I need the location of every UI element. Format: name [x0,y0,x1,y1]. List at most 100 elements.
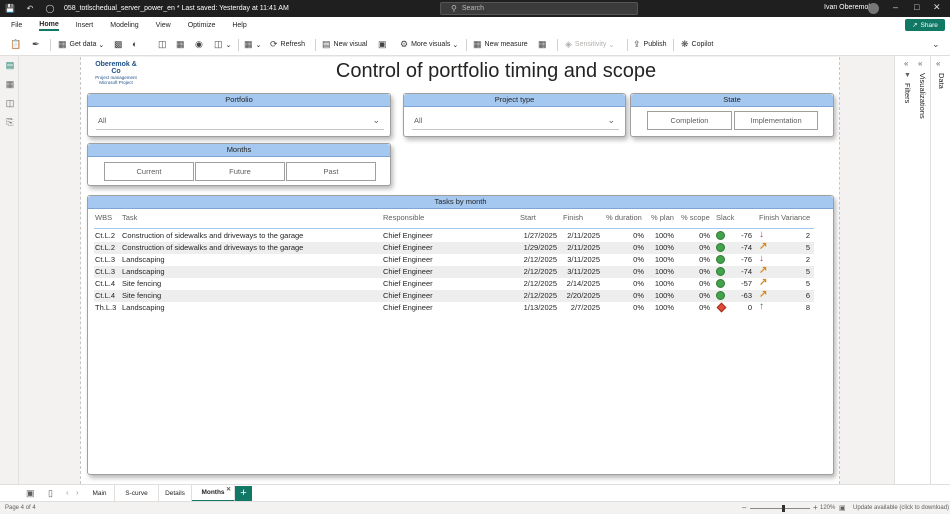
table-row[interactable]: Ct.L.4 Site fencing Chief Engineer 2/12/202… [94,289,814,302]
col-header-slack[interactable]: Slack [716,213,734,224]
menu-help[interactable]: Help [232,22,246,29]
new-measure-button[interactable]: ▦ New measure [473,39,528,50]
add-page-button[interactable]: + [235,486,252,501]
table-row[interactable]: Ct.L.3 Landscaping Chief Engineer 2/12/2025… [94,253,814,266]
enter-data-button[interactable]: ▦ [176,39,188,50]
mobile-layout-icon[interactable]: ▯ [48,488,53,499]
project-type-slicer: Project type All ⌄ [403,93,626,137]
get-data-button[interactable]: ▦ Get data ⌄ [58,39,104,50]
user-name[interactable]: Ivan Oberemok [824,4,872,11]
col-header-responsible[interactable]: Responsible [383,213,424,224]
onelake-button[interactable]: ◐ [132,39,140,49]
table-row[interactable]: Ct.L.4 Site fencing Chief Engineer 2/12/202… [94,277,814,290]
portfolio-dropdown[interactable]: All ⌄ [96,112,384,130]
recent-sources-button[interactable]: ◫ ⌄ [214,39,231,50]
menu-optimize[interactable]: Optimize [188,22,216,29]
paste-button[interactable]: 📋 [10,39,24,50]
state-implementation-button[interactable]: Implementation [734,111,818,130]
menu-file[interactable]: File [11,22,22,29]
filters-label: Filters [903,83,912,104]
table-view-icon[interactable]: ▦ [5,79,15,89]
avatar[interactable] [868,3,879,14]
visualizations-pane[interactable]: « Visualizations [916,56,930,501]
window-title[interactable]: 058_totlschedual_server_power_en * Last … [64,5,289,12]
col-header-wbs[interactable]: WBS [95,213,112,224]
status-green-circle-icon [716,291,725,300]
months-future-button[interactable]: Future [195,162,285,181]
cell-wbs: Ct.L.3 [95,267,116,276]
menu-insert[interactable]: Insert [76,22,94,29]
close-icon[interactable]: ✕ [933,2,941,13]
chevron-down-icon: ⌄ [452,41,459,49]
search-box[interactable]: ⚲ Search [440,2,638,15]
data-pane[interactable]: « Data [930,56,950,501]
arrow-down-icon: ↓ [759,253,764,264]
collapse-filters-icon[interactable]: « [904,59,908,68]
col-header-plan[interactable]: % plan [651,213,674,224]
project-type-dropdown[interactable]: All ⌄ [412,112,619,130]
collapse-ribbon-button[interactable]: ⌄ [932,39,943,50]
more-visuals-button[interactable]: ⚙ More visuals ⌄ [400,39,458,50]
new-visual-button[interactable]: ▤ New visual [322,39,367,50]
status-green-circle-icon [716,255,725,264]
refresh-button[interactable]: ⟳ Refresh [270,39,305,50]
collapse-visualizations-icon[interactable]: « [918,59,922,68]
transform-data-button[interactable]: ▦ ⌄ [244,39,261,50]
save-icon[interactable]: 💾 [0,4,20,13]
collapse-data-icon[interactable]: « [936,59,940,68]
tab-months[interactable]: Months ✕ [192,485,235,502]
col-header-scope[interactable]: % scope [681,213,710,224]
dataverse-button[interactable]: ◉ [195,39,206,50]
text-box-button[interactable]: ▣ [378,39,390,50]
table-row[interactable]: Ct.L.3 Landscaping Chief Engineer 2/12/2025… [94,265,814,278]
dax-query-icon[interactable]: ⎘ [5,117,15,127]
copilot-icon: ❋ [681,39,689,49]
desktop-layout-icon[interactable]: ▣ [26,488,35,499]
cell-slack: -76 [741,231,752,240]
col-header-start[interactable]: Start [520,213,536,224]
minimize-icon[interactable]: – [893,2,898,12]
maximize-icon[interactable]: □ [914,2,919,12]
undo-icon[interactable]: ↶ [20,4,40,13]
publish-button[interactable]: ⇪ Publish [633,39,667,50]
update-notice[interactable]: Update available (click to download) [853,505,949,511]
prev-page-icon[interactable]: ‹ [66,488,69,497]
zoom-slider-thumb[interactable] [782,505,785,512]
status-green-circle-icon [716,231,725,240]
format-painter-button[interactable]: ✒ [32,39,43,50]
zoom-in-icon[interactable]: + [813,503,818,512]
months-past-button[interactable]: Past [286,162,376,181]
zoom-out-icon[interactable]: – [742,503,746,512]
table-row[interactable]: Th.L.3 Landscaping Chief Engineer 1/13/2025… [94,301,814,314]
close-tab-icon[interactable]: ✕ [226,486,231,493]
sensitivity-button[interactable]: ◈ Sensitivity ⌄ [565,39,614,50]
menu-modeling[interactable]: Modeling [110,22,138,29]
col-header-finish[interactable]: Finish [563,213,583,224]
zoom-level[interactable]: 120% [820,505,835,511]
sql-button[interactable]: ◫ [158,39,170,50]
tab-main[interactable]: Main [85,485,115,502]
col-header-task[interactable]: Task [122,213,137,224]
excel-button[interactable]: ▩ [114,39,126,50]
next-page-icon[interactable]: › [76,488,79,497]
company-logo: Oberemok & Co Project management Microso… [91,61,141,85]
cell-task: Landscaping [122,303,165,312]
quick-measure-button[interactable]: ▦ [538,39,550,50]
tab-s-curve[interactable]: S-curve [115,485,159,502]
col-header-finish-variance[interactable]: Finish Variance [759,213,810,224]
report-view-icon[interactable]: ▤ [5,60,15,70]
zoom-slider[interactable] [750,505,810,512]
model-view-icon[interactable]: ◫ [5,98,15,108]
table-row[interactable]: Ct.L.2 Construction of sidewalks and driv… [94,241,814,254]
tab-details[interactable]: Details [159,485,192,502]
menu-view[interactable]: View [156,22,171,29]
copilot-button[interactable]: ❋ Copilot [681,39,713,50]
col-header-duration[interactable]: % duration [606,213,642,224]
state-completion-button[interactable]: Completion [647,111,732,130]
share-button[interactable]: ↗ Share [905,19,945,31]
fit-to-page-icon[interactable]: ▣ [839,504,846,512]
table-row[interactable]: Ct.L.2 Construction of sidewalks and driv… [94,229,814,242]
cell-wbs: Ct.L.2 [95,231,116,240]
months-current-button[interactable]: Current [104,162,194,181]
menu-home[interactable]: Home [39,21,59,31]
